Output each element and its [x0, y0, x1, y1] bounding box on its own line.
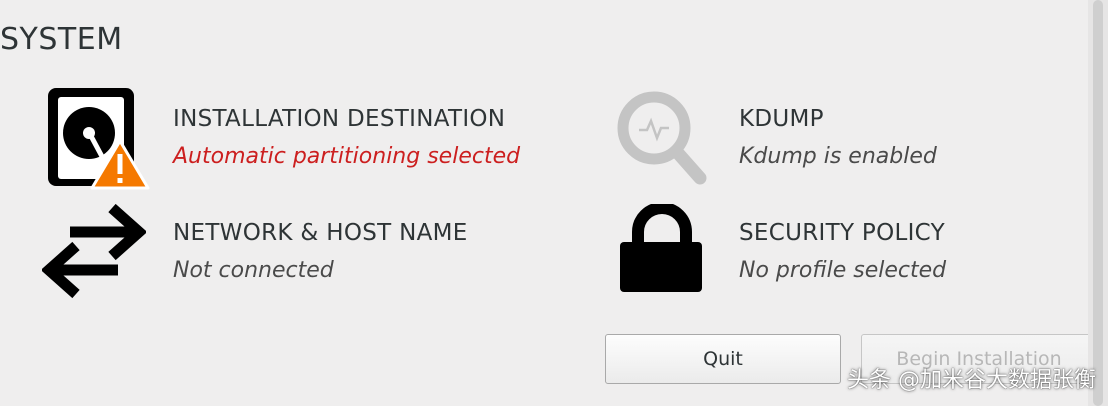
spoke-title: INSTALLATION DESTINATION	[173, 106, 506, 132]
spoke-status: No profile selected	[739, 258, 947, 283]
spoke-status: Automatic partitioning selected	[173, 144, 521, 169]
spoke-network-host-name[interactable]: NETWORK & HOST NAME Not connected	[40, 200, 560, 305]
spoke-kdump[interactable]: KDUMP Kdump is enabled	[610, 82, 1030, 192]
lock-icon	[620, 204, 702, 292]
spoke-title: KDUMP	[739, 106, 824, 132]
hard-drive-warning-icon	[48, 88, 150, 190]
quit-button[interactable]: Quit	[605, 334, 841, 384]
watermark: 头条 @加米谷大数据张衡	[847, 368, 1096, 393]
section-title: SYSTEM	[0, 22, 123, 57]
scrollbar[interactable]	[1088, 0, 1108, 406]
network-arrows-icon	[42, 204, 146, 299]
spoke-installation-destination[interactable]: INSTALLATION DESTINATION Automatic parti…	[40, 82, 560, 192]
spoke-title: SECURITY POLICY	[739, 220, 945, 246]
spoke-title: NETWORK & HOST NAME	[173, 220, 468, 246]
spoke-status: Not connected	[173, 258, 334, 283]
scrollbar-thumb[interactable]	[1093, 0, 1103, 406]
kdump-magnifier-icon	[617, 91, 707, 185]
spoke-security-policy[interactable]: SECURITY POLICY No profile selected	[610, 200, 1030, 305]
spoke-status: Kdump is enabled	[739, 144, 937, 169]
